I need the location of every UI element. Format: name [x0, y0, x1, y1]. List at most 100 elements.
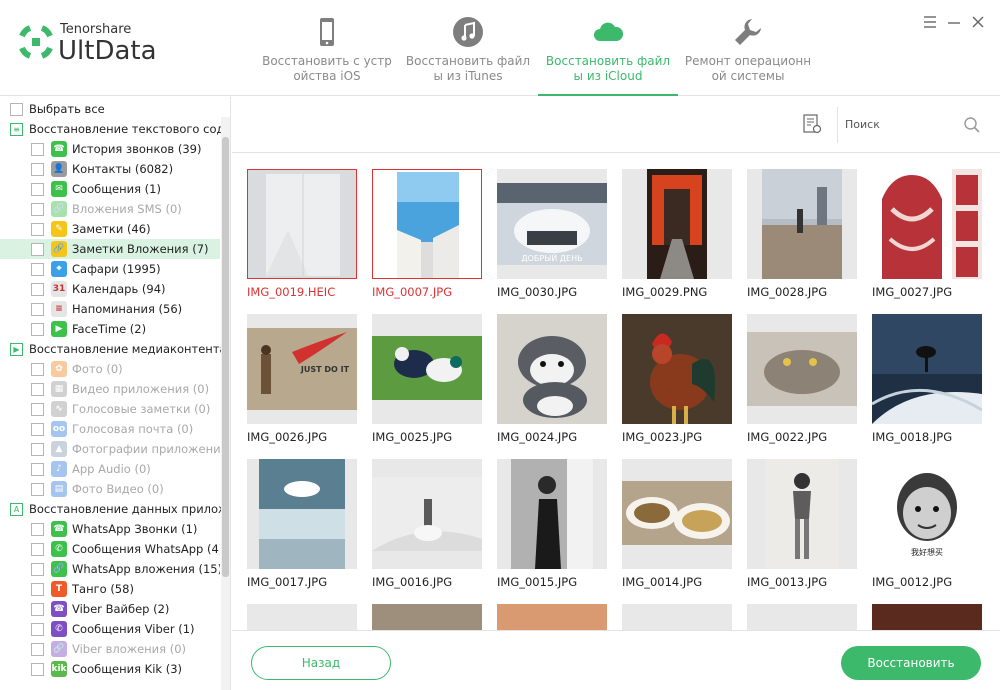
sidebar-item-checkbox[interactable] — [31, 322, 44, 336]
sidebar-item[interactable]: ▶ FaceTime (2) — [0, 319, 220, 339]
photo-thumbnail[interactable]: 我好想买 — [872, 459, 982, 569]
photo-thumbnail[interactable] — [372, 459, 482, 569]
sidebar-item[interactable]: oo Голосовая почта (0) — [0, 419, 220, 439]
sidebar-item-checkbox[interactable] — [31, 362, 44, 376]
photo-thumbnail[interactable] — [747, 604, 857, 630]
sidebar-item-checkbox[interactable] — [31, 142, 44, 156]
sidebar-item-label: Заметки (46) — [72, 222, 151, 236]
sidebar-item[interactable]: ☎ WhatsApp Звонки (1) — [0, 519, 220, 539]
sidebar-item[interactable]: 🔗 Заметки Вложения (7) — [0, 239, 220, 259]
photo-thumbnail[interactable] — [497, 604, 607, 630]
menu-icon[interactable] — [922, 14, 938, 30]
sidebar-item-checkbox[interactable] — [31, 402, 44, 416]
sidebar-item[interactable]: ✉ Сообщения (1) — [0, 179, 220, 199]
sidebar-item[interactable]: 🔗 Viber вложения (0) — [0, 639, 220, 659]
sidebar-item[interactable]: ✆ Сообщения WhatsApp (4) — [0, 539, 220, 559]
photo-thumbnail[interactable] — [497, 459, 607, 569]
sidebar-item[interactable]: ≡ Напоминания (56) — [0, 299, 220, 319]
category-icon: ≡ — [51, 301, 67, 317]
sidebar-item-checkbox[interactable] — [31, 482, 44, 496]
minimize-icon[interactable] — [946, 14, 962, 30]
sidebar-item[interactable]: T Танго (58) — [0, 579, 220, 599]
photo-thumbnail[interactable] — [622, 459, 732, 569]
photo-thumbnail[interactable] — [747, 314, 857, 424]
group-expand-icon[interactable]: ▶ — [10, 342, 23, 356]
scrollbar-thumb[interactable] — [222, 137, 229, 577]
restore-button[interactable]: Восстановить — [841, 646, 981, 680]
select-all-checkbox[interactable] — [10, 102, 23, 116]
photo-thumbnail[interactable] — [372, 604, 482, 630]
sidebar-scrollbar[interactable] — [221, 117, 230, 690]
sidebar-item[interactable]: 🔗 Вложения SMS (0) — [0, 199, 220, 219]
search-icon[interactable] — [963, 116, 981, 134]
sidebar-item-checkbox[interactable] — [31, 302, 44, 316]
photo-thumbnail[interactable] — [872, 604, 982, 630]
photo-thumbnail[interactable] — [247, 604, 357, 630]
sidebar-item[interactable]: ⌖ Сафари (1995) — [0, 259, 220, 279]
sidebar-group-2[interactable]: A Восстановление данных приложений — [10, 499, 230, 519]
sidebar-item[interactable]: ▲ Фотографии приложений (0) — [0, 439, 220, 459]
group-expand-icon[interactable]: ≡ — [10, 122, 23, 136]
sidebar-item[interactable]: ✆ Сообщения Viber (1) — [0, 619, 220, 639]
sidebar-item-checkbox[interactable] — [31, 622, 44, 636]
photo-thumbnail[interactable] — [622, 169, 732, 279]
sidebar-item[interactable]: ☎ Viber Вайбер (2) — [0, 599, 220, 619]
sidebar-item-checkbox[interactable] — [31, 602, 44, 616]
photo-thumbnail[interactable] — [872, 169, 982, 279]
sidebar-item[interactable]: 🔗 WhatsApp вложения (15) — [0, 559, 220, 579]
back-button[interactable]: Назад — [251, 646, 391, 680]
close-icon[interactable] — [970, 14, 986, 30]
sidebar-item-checkbox[interactable] — [31, 382, 44, 396]
tab-recover-icloud[interactable]: Восстановить файл ы из iCloud — [538, 0, 678, 96]
sidebar-item-checkbox[interactable] — [31, 162, 44, 176]
sidebar-item[interactable]: ♪ App Audio (0) — [0, 459, 220, 479]
sidebar-item-checkbox[interactable] — [31, 522, 44, 536]
photo-thumbnail[interactable] — [747, 169, 857, 279]
sidebar-item-checkbox[interactable] — [31, 182, 44, 196]
sidebar-item-checkbox[interactable] — [31, 242, 44, 256]
search-input[interactable] — [845, 113, 955, 135]
sidebar-item[interactable]: 31 Календарь (94) — [0, 279, 220, 299]
photo-thumbnail[interactable] — [872, 314, 982, 424]
sidebar-item-checkbox[interactable] — [31, 642, 44, 656]
sidebar-group-1[interactable]: ▶ Восстановление медиаконтента — [10, 339, 230, 359]
sidebar-item-checkbox[interactable] — [31, 422, 44, 436]
sidebar-item-checkbox[interactable] — [31, 282, 44, 296]
tab-repair-os[interactable]: Ремонт операционн ой системы — [684, 0, 812, 96]
photo-thumbnail[interactable] — [497, 314, 607, 424]
sidebar-item-checkbox[interactable] — [31, 562, 44, 576]
sidebar-item-checkbox[interactable] — [31, 462, 44, 476]
photo-thumbnail[interactable] — [247, 459, 357, 569]
sidebar-item[interactable]: ☎ История звонков (39) — [0, 139, 220, 159]
sidebar-item-checkbox[interactable] — [31, 222, 44, 236]
select-all-row[interactable]: Выбрать все — [10, 99, 230, 119]
sidebar-group-0[interactable]: ≡ Восстановление текстового содержимого — [10, 119, 230, 139]
photo-thumbnail[interactable] — [247, 169, 357, 279]
sidebar-item[interactable]: ✎ Заметки (46) — [0, 219, 220, 239]
phone-icon — [320, 18, 334, 46]
sidebar-item-checkbox[interactable] — [31, 442, 44, 456]
tab-recover-ios[interactable]: Восстановить с устр ойства iOS — [262, 0, 392, 96]
photo-thumbnail[interactable]: JUST DO IT — [247, 314, 357, 424]
sidebar-item-checkbox[interactable] — [31, 542, 44, 556]
category-icon: ▲ — [51, 441, 67, 457]
sidebar-item-checkbox[interactable] — [31, 662, 44, 676]
photo-thumbnail[interactable] — [372, 169, 482, 279]
export-settings-icon[interactable] — [802, 114, 822, 134]
sidebar-item[interactable]: ✿ Фото (0) — [0, 359, 220, 379]
sidebar-item-checkbox[interactable] — [31, 262, 44, 276]
photo-thumbnail[interactable] — [747, 459, 857, 569]
sidebar-item[interactable]: kik Сообщения Kik (3) — [0, 659, 220, 679]
photo-thumbnail[interactable] — [622, 604, 732, 630]
photo-thumbnail[interactable]: ДОБРЫЙ ДЕНЬ — [497, 169, 607, 279]
group-expand-icon[interactable]: A — [10, 502, 23, 516]
sidebar-item-checkbox[interactable] — [31, 582, 44, 596]
sidebar-item-checkbox[interactable] — [31, 202, 44, 216]
sidebar-item[interactable]: ▦ Видео приложения (0) — [0, 379, 220, 399]
sidebar-item[interactable]: ▤ Фото Видео (0) — [0, 479, 220, 499]
sidebar-item[interactable]: 👤 Контакты (6082) — [0, 159, 220, 179]
sidebar-item[interactable]: ∿ Голосовые заметки (0) — [0, 399, 220, 419]
photo-thumbnail[interactable] — [622, 314, 732, 424]
photo-thumbnail[interactable] — [372, 314, 482, 424]
tab-recover-itunes[interactable]: Восстановить файл ы из iTunes — [404, 0, 532, 96]
